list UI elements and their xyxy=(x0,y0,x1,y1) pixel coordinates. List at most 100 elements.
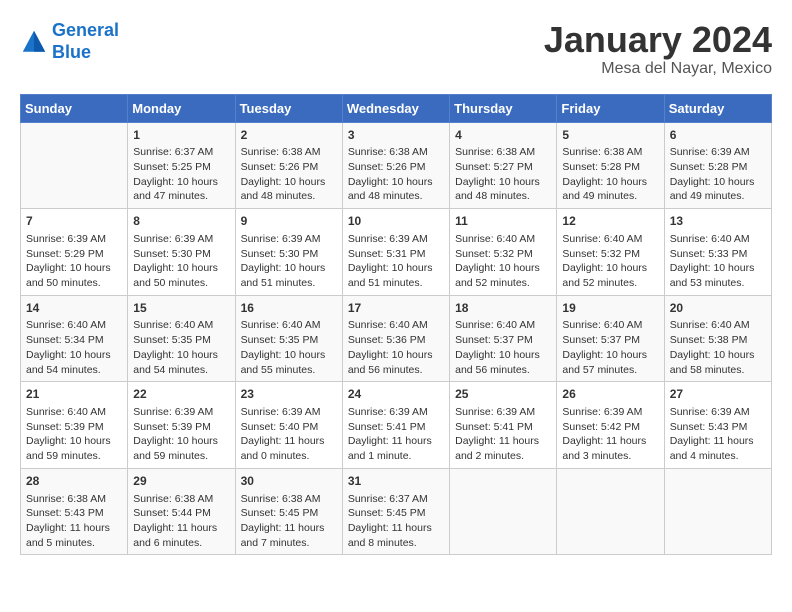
day-number: 23 xyxy=(241,386,337,403)
day-number: 13 xyxy=(670,213,766,230)
cell-content: Sunrise: 6:38 AMSunset: 5:43 PMDaylight:… xyxy=(26,492,122,551)
calendar-cell: 3Sunrise: 6:38 AMSunset: 5:26 PMDaylight… xyxy=(342,122,449,209)
day-number: 28 xyxy=(26,473,122,490)
calendar-cell xyxy=(450,468,557,555)
title-block: January 2024 Mesa del Nayar, Mexico xyxy=(544,20,772,78)
calendar-cell: 8Sunrise: 6:39 AMSunset: 5:30 PMDaylight… xyxy=(128,209,235,296)
cell-content: Sunrise: 6:38 AMSunset: 5:28 PMDaylight:… xyxy=(562,145,658,204)
cell-content: Sunrise: 6:39 AMSunset: 5:41 PMDaylight:… xyxy=(348,405,444,464)
cell-content: Sunrise: 6:39 AMSunset: 5:31 PMDaylight:… xyxy=(348,232,444,291)
cell-content: Sunrise: 6:39 AMSunset: 5:41 PMDaylight:… xyxy=(455,405,551,464)
calendar-cell: 5Sunrise: 6:38 AMSunset: 5:28 PMDaylight… xyxy=(557,122,664,209)
cell-content: Sunrise: 6:39 AMSunset: 5:28 PMDaylight:… xyxy=(670,145,766,204)
calendar-cell: 27 Sunrise: 6:39 AMSunset: 5:43 PMDayligh… xyxy=(664,382,771,469)
cell-content: Sunrise: 6:38 AMSunset: 5:26 PMDaylight:… xyxy=(241,145,337,204)
cell-content: Sunrise: 6:39 AMSunset: 5:30 PMDaylight:… xyxy=(133,232,229,291)
calendar-cell: 7 Sunrise: 6:39 AMSunset: 5:29 PMDaylight… xyxy=(21,209,128,296)
day-number: 7 xyxy=(26,213,122,230)
column-header-saturday: Saturday xyxy=(664,94,771,122)
calendar-cell: 15Sunrise: 6:40 AMSunset: 5:35 PMDayligh… xyxy=(128,295,235,382)
cell-content: Sunrise: 6:40 AMSunset: 5:33 PMDaylight:… xyxy=(670,232,766,291)
calendar-cell: 31Sunrise: 6:37 AMSunset: 5:45 PMDayligh… xyxy=(342,468,449,555)
day-number: 18 xyxy=(455,300,551,317)
day-number: 19 xyxy=(562,300,658,317)
cell-content: Sunrise: 6:39 AMSunset: 5:29 PMDaylight:… xyxy=(26,232,122,291)
calendar-cell: 29 Sunrise: 6:38 AMSunset: 5:44 PMDayligh… xyxy=(128,468,235,555)
calendar-cell: 26 Sunrise: 6:39 AMSunset: 5:42 PMDayligh… xyxy=(557,382,664,469)
calendar-cell: 21 Sunrise: 6:40 AMSunset: 5:39 PMDayligh… xyxy=(21,382,128,469)
cell-content: Sunrise: 6:39 AMSunset: 5:30 PMDaylight:… xyxy=(241,232,337,291)
calendar-cell xyxy=(557,468,664,555)
week-row-4: 21 Sunrise: 6:40 AMSunset: 5:39 PMDayligh… xyxy=(21,382,772,469)
calendar-cell xyxy=(21,122,128,209)
cell-content: Sunrise: 6:40 AMSunset: 5:32 PMDaylight:… xyxy=(562,232,658,291)
calendar-cell: 9 Sunrise: 6:39 AMSunset: 5:30 PMDaylight… xyxy=(235,209,342,296)
cell-content: Sunrise: 6:40 AMSunset: 5:36 PMDaylight:… xyxy=(348,318,444,377)
logo-icon xyxy=(20,28,48,56)
calendar-cell: 2Sunrise: 6:38 AMSunset: 5:26 PMDaylight… xyxy=(235,122,342,209)
calendar-table: SundayMondayTuesdayWednesdayThursdayFrid… xyxy=(20,94,772,556)
location: Mesa del Nayar, Mexico xyxy=(544,60,772,78)
calendar-cell: 13 Sunrise: 6:40 AMSunset: 5:33 PMDayligh… xyxy=(664,209,771,296)
week-row-1: 1Sunrise: 6:37 AMSunset: 5:25 PMDaylight… xyxy=(21,122,772,209)
calendar-cell: 19Sunrise: 6:40 AMSunset: 5:37 PMDayligh… xyxy=(557,295,664,382)
month-title: January 2024 xyxy=(544,20,772,60)
week-row-2: 7 Sunrise: 6:39 AMSunset: 5:29 PMDaylight… xyxy=(21,209,772,296)
cell-content: Sunrise: 6:38 AMSunset: 5:44 PMDaylight:… xyxy=(133,492,229,551)
day-number: 20 xyxy=(670,300,766,317)
day-number: 5 xyxy=(562,127,658,144)
calendar-cell: 30 Sunrise: 6:38 AMSunset: 5:45 PMDayligh… xyxy=(235,468,342,555)
cell-content: Sunrise: 6:37 AMSunset: 5:45 PMDaylight:… xyxy=(348,492,444,551)
cell-content: Sunrise: 6:40 AMSunset: 5:37 PMDaylight:… xyxy=(562,318,658,377)
cell-content: Sunrise: 6:39 AMSunset: 5:40 PMDaylight:… xyxy=(241,405,337,464)
day-number: 26 xyxy=(562,386,658,403)
calendar-cell xyxy=(664,468,771,555)
day-number: 30 xyxy=(241,473,337,490)
calendar-cell: 25 Sunrise: 6:39 AMSunset: 5:41 PMDayligh… xyxy=(450,382,557,469)
cell-content: Sunrise: 6:40 AMSunset: 5:35 PMDaylight:… xyxy=(241,318,337,377)
day-number: 2 xyxy=(241,127,337,144)
cell-content: Sunrise: 6:40 AMSunset: 5:39 PMDaylight:… xyxy=(26,405,122,464)
logo-line1: General xyxy=(52,20,119,40)
calendar-cell: 11Sunrise: 6:40 AMSunset: 5:32 PMDayligh… xyxy=(450,209,557,296)
cell-content: Sunrise: 6:39 AMSunset: 5:39 PMDaylight:… xyxy=(133,405,229,464)
day-number: 4 xyxy=(455,127,551,144)
day-number: 29 xyxy=(133,473,229,490)
day-number: 15 xyxy=(133,300,229,317)
cell-content: Sunrise: 6:39 AMSunset: 5:43 PMDaylight:… xyxy=(670,405,766,464)
day-number: 9 xyxy=(241,213,337,230)
column-header-thursday: Thursday xyxy=(450,94,557,122)
day-number: 12 xyxy=(562,213,658,230)
column-header-friday: Friday xyxy=(557,94,664,122)
day-number: 6 xyxy=(670,127,766,144)
day-number: 27 xyxy=(670,386,766,403)
calendar-cell: 1Sunrise: 6:37 AMSunset: 5:25 PMDaylight… xyxy=(128,122,235,209)
calendar-cell: 24 Sunrise: 6:39 AMSunset: 5:41 PMDayligh… xyxy=(342,382,449,469)
week-row-3: 14Sunrise: 6:40 AMSunset: 5:34 PMDayligh… xyxy=(21,295,772,382)
day-number: 1 xyxy=(133,127,229,144)
column-header-monday: Monday xyxy=(128,94,235,122)
page-header: General Blue January 2024 Mesa del Nayar… xyxy=(20,20,772,78)
cell-content: Sunrise: 6:40 AMSunset: 5:38 PMDaylight:… xyxy=(670,318,766,377)
column-header-tuesday: Tuesday xyxy=(235,94,342,122)
cell-content: Sunrise: 6:38 AMSunset: 5:45 PMDaylight:… xyxy=(241,492,337,551)
day-number: 25 xyxy=(455,386,551,403)
cell-content: Sunrise: 6:37 AMSunset: 5:25 PMDaylight:… xyxy=(133,145,229,204)
calendar-cell: 14Sunrise: 6:40 AMSunset: 5:34 PMDayligh… xyxy=(21,295,128,382)
calendar-cell: 23 Sunrise: 6:39 AMSunset: 5:40 PMDayligh… xyxy=(235,382,342,469)
day-number: 14 xyxy=(26,300,122,317)
calendar-cell: 10Sunrise: 6:39 AMSunset: 5:31 PMDayligh… xyxy=(342,209,449,296)
day-number: 22 xyxy=(133,386,229,403)
cell-content: Sunrise: 6:40 AMSunset: 5:35 PMDaylight:… xyxy=(133,318,229,377)
day-number: 24 xyxy=(348,386,444,403)
day-number: 3 xyxy=(348,127,444,144)
calendar-cell: 16Sunrise: 6:40 AMSunset: 5:35 PMDayligh… xyxy=(235,295,342,382)
calendar-cell: 4Sunrise: 6:38 AMSunset: 5:27 PMDaylight… xyxy=(450,122,557,209)
logo-line2: Blue xyxy=(52,42,91,62)
calendar-cell: 18Sunrise: 6:40 AMSunset: 5:37 PMDayligh… xyxy=(450,295,557,382)
calendar-cell: 12 Sunrise: 6:40 AMSunset: 5:32 PMDayligh… xyxy=(557,209,664,296)
day-number: 17 xyxy=(348,300,444,317)
day-number: 21 xyxy=(26,386,122,403)
cell-content: Sunrise: 6:39 AMSunset: 5:42 PMDaylight:… xyxy=(562,405,658,464)
cell-content: Sunrise: 6:40 AMSunset: 5:32 PMDaylight:… xyxy=(455,232,551,291)
